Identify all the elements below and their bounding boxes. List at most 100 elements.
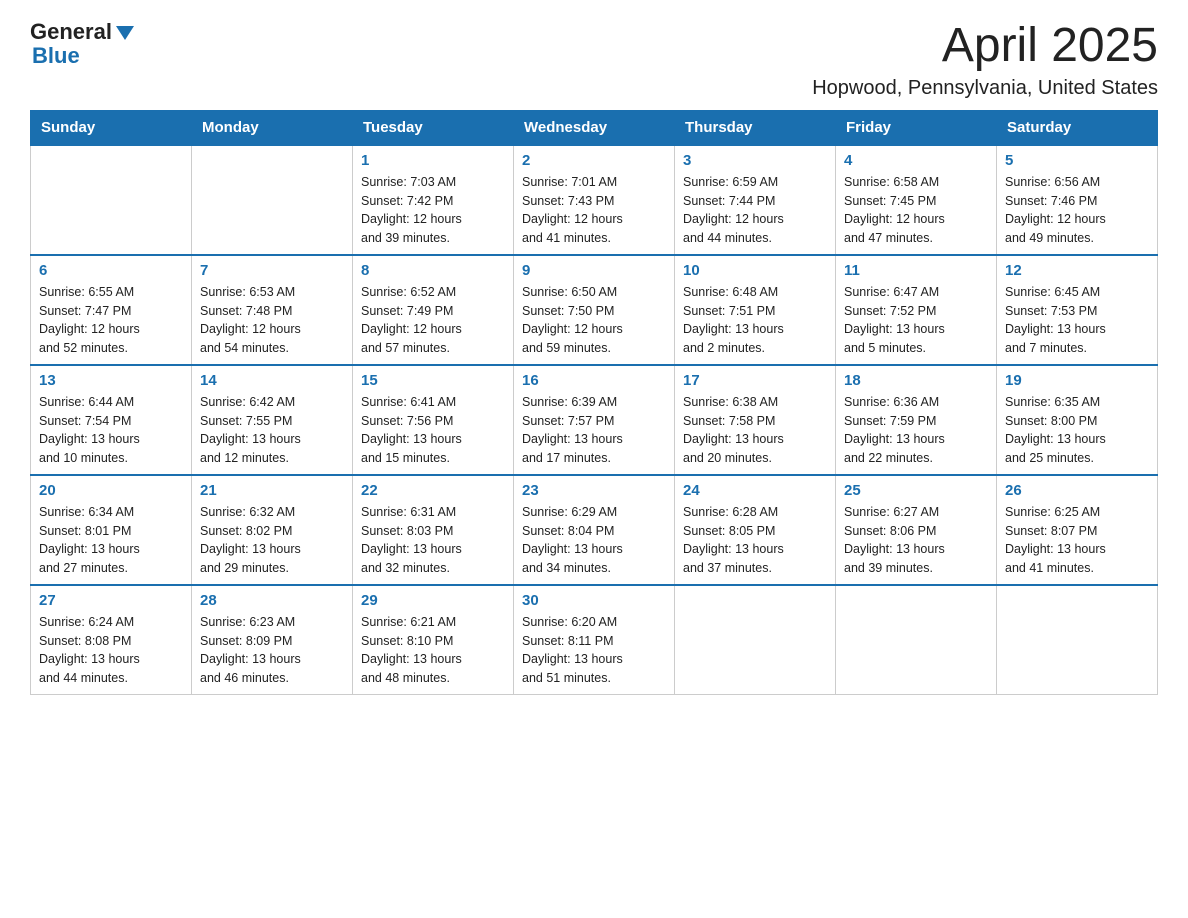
day-info: Sunrise: 6:44 AM Sunset: 7:54 PM Dayligh… xyxy=(39,393,183,468)
day-info: Sunrise: 7:03 AM Sunset: 7:42 PM Dayligh… xyxy=(361,173,505,248)
calendar-cell: 22 Sunrise: 6:31 AM Sunset: 8:03 PM Dayli… xyxy=(353,475,514,585)
weekday-header-saturday: Saturday xyxy=(997,110,1158,145)
calendar-cell xyxy=(31,145,192,255)
calendar-cell: 14 Sunrise: 6:42 AM Sunset: 7:55 PM Dayli… xyxy=(192,365,353,475)
weekday-header-friday: Friday xyxy=(836,110,997,145)
day-info: Sunrise: 6:55 AM Sunset: 7:47 PM Dayligh… xyxy=(39,283,183,358)
calendar-cell: 11Sunrise: 6:47 AM Sunset: 7:52 PM Dayli… xyxy=(836,255,997,365)
calendar-cell: 5 Sunrise: 6:56 AM Sunset: 7:46 PM Daylig… xyxy=(997,145,1158,255)
calendar-cell: 8Sunrise: 6:52 AM Sunset: 7:49 PM Daylig… xyxy=(353,255,514,365)
day-info: Sunrise: 6:50 AM Sunset: 7:50 PM Dayligh… xyxy=(522,283,666,358)
calendar-cell: 7Sunrise: 6:53 AM Sunset: 7:48 PM Daylig… xyxy=(192,255,353,365)
title-block: April 2025 Hopwood, Pennsylvania, United… xyxy=(812,20,1158,100)
calendar-cell xyxy=(675,585,836,695)
day-number: 10 xyxy=(683,262,827,279)
day-number: 11 xyxy=(844,262,988,279)
day-number: 4 xyxy=(844,152,988,169)
calendar-cell: 28Sunrise: 6:23 AM Sunset: 8:09 PM Dayli… xyxy=(192,585,353,695)
day-number: 9 xyxy=(522,262,666,279)
calendar-cell: 1 Sunrise: 7:03 AM Sunset: 7:42 PM Daylig… xyxy=(353,145,514,255)
day-number: 17 xyxy=(683,372,827,389)
day-info: Sunrise: 6:36 AM Sunset: 7:59 PM Dayligh… xyxy=(844,393,988,468)
day-number: 19 xyxy=(1005,372,1149,389)
day-number: 16 xyxy=(522,372,666,389)
day-info: Sunrise: 6:24 AM Sunset: 8:08 PM Dayligh… xyxy=(39,613,183,688)
calendar-cell xyxy=(836,585,997,695)
calendar-cell: 13 Sunrise: 6:44 AM Sunset: 7:54 PM Dayli… xyxy=(31,365,192,475)
calendar-cell: 21 Sunrise: 6:32 AM Sunset: 8:02 PM Dayli… xyxy=(192,475,353,585)
day-info: Sunrise: 6:34 AM Sunset: 8:01 PM Dayligh… xyxy=(39,503,183,578)
calendar-cell xyxy=(997,585,1158,695)
calendar-cell: 4 Sunrise: 6:58 AM Sunset: 7:45 PM Daylig… xyxy=(836,145,997,255)
calendar-cell: 2 Sunrise: 7:01 AM Sunset: 7:43 PM Daylig… xyxy=(514,145,675,255)
day-info: Sunrise: 7:01 AM Sunset: 7:43 PM Dayligh… xyxy=(522,173,666,248)
day-number: 22 xyxy=(361,482,505,499)
day-info: Sunrise: 6:48 AM Sunset: 7:51 PM Dayligh… xyxy=(683,283,827,358)
day-info: Sunrise: 6:27 AM Sunset: 8:06 PM Dayligh… xyxy=(844,503,988,578)
weekday-header-row: SundayMondayTuesdayWednesdayThursdayFrid… xyxy=(31,110,1158,145)
calendar-cell: 23Sunrise: 6:29 AM Sunset: 8:04 PM Dayli… xyxy=(514,475,675,585)
logo-general-text: General xyxy=(30,20,112,44)
day-number: 3 xyxy=(683,152,827,169)
day-info: Sunrise: 6:59 AM Sunset: 7:44 PM Dayligh… xyxy=(683,173,827,248)
day-info: Sunrise: 6:38 AM Sunset: 7:58 PM Dayligh… xyxy=(683,393,827,468)
calendar-cell: 3 Sunrise: 6:59 AM Sunset: 7:44 PM Daylig… xyxy=(675,145,836,255)
page-header: General Blue April 2025 Hopwood, Pennsyl… xyxy=(30,20,1158,100)
day-info: Sunrise: 6:23 AM Sunset: 8:09 PM Dayligh… xyxy=(200,613,344,688)
day-number: 27 xyxy=(39,592,183,609)
day-number: 24 xyxy=(683,482,827,499)
calendar-cell: 15 Sunrise: 6:41 AM Sunset: 7:56 PM Dayli… xyxy=(353,365,514,475)
day-info: Sunrise: 6:56 AM Sunset: 7:46 PM Dayligh… xyxy=(1005,173,1149,248)
calendar-cell: 17 Sunrise: 6:38 AM Sunset: 7:58 PM Dayli… xyxy=(675,365,836,475)
calendar-cell: 25 Sunrise: 6:27 AM Sunset: 8:06 PM Dayli… xyxy=(836,475,997,585)
day-number: 2 xyxy=(522,152,666,169)
calendar-cell: 30 Sunrise: 6:20 AM Sunset: 8:11 PM Dayli… xyxy=(514,585,675,695)
day-info: Sunrise: 6:25 AM Sunset: 8:07 PM Dayligh… xyxy=(1005,503,1149,578)
day-number: 6 xyxy=(39,262,183,279)
logo-triangle-icon xyxy=(114,22,136,44)
week-row-1: 1 Sunrise: 7:03 AM Sunset: 7:42 PM Daylig… xyxy=(31,145,1158,255)
logo: General Blue xyxy=(30,20,136,68)
day-number: 30 xyxy=(522,592,666,609)
weekday-header-wednesday: Wednesday xyxy=(514,110,675,145)
day-number: 25 xyxy=(844,482,988,499)
day-number: 18 xyxy=(844,372,988,389)
day-info: Sunrise: 6:29 AM Sunset: 8:04 PM Dayligh… xyxy=(522,503,666,578)
day-number: 26 xyxy=(1005,482,1149,499)
day-number: 21 xyxy=(200,482,344,499)
calendar-cell: 6 Sunrise: 6:55 AM Sunset: 7:47 PM Daylig… xyxy=(31,255,192,365)
day-info: Sunrise: 6:32 AM Sunset: 8:02 PM Dayligh… xyxy=(200,503,344,578)
calendar-cell: 19Sunrise: 6:35 AM Sunset: 8:00 PM Dayli… xyxy=(997,365,1158,475)
calendar-cell: 29 Sunrise: 6:21 AM Sunset: 8:10 PM Dayli… xyxy=(353,585,514,695)
calendar-table: SundayMondayTuesdayWednesdayThursdayFrid… xyxy=(30,110,1158,695)
calendar-cell: 10 Sunrise: 6:48 AM Sunset: 7:51 PM Dayli… xyxy=(675,255,836,365)
day-info: Sunrise: 6:31 AM Sunset: 8:03 PM Dayligh… xyxy=(361,503,505,578)
day-number: 13 xyxy=(39,372,183,389)
weekday-header-tuesday: Tuesday xyxy=(353,110,514,145)
day-number: 29 xyxy=(361,592,505,609)
day-info: Sunrise: 6:42 AM Sunset: 7:55 PM Dayligh… xyxy=(200,393,344,468)
weekday-header-thursday: Thursday xyxy=(675,110,836,145)
calendar-cell: 20Sunrise: 6:34 AM Sunset: 8:01 PM Dayli… xyxy=(31,475,192,585)
day-info: Sunrise: 6:20 AM Sunset: 8:11 PM Dayligh… xyxy=(522,613,666,688)
day-info: Sunrise: 6:39 AM Sunset: 7:57 PM Dayligh… xyxy=(522,393,666,468)
logo-blue-text: Blue xyxy=(32,44,136,68)
month-year-title: April 2025 xyxy=(812,20,1158,73)
day-number: 15 xyxy=(361,372,505,389)
day-info: Sunrise: 6:52 AM Sunset: 7:49 PM Dayligh… xyxy=(361,283,505,358)
day-number: 1 xyxy=(361,152,505,169)
day-info: Sunrise: 6:41 AM Sunset: 7:56 PM Dayligh… xyxy=(361,393,505,468)
calendar-cell: 26 Sunrise: 6:25 AM Sunset: 8:07 PM Dayli… xyxy=(997,475,1158,585)
calendar-cell: 12Sunrise: 6:45 AM Sunset: 7:53 PM Dayli… xyxy=(997,255,1158,365)
weekday-header-monday: Monday xyxy=(192,110,353,145)
day-number: 5 xyxy=(1005,152,1149,169)
calendar-cell: 9 Sunrise: 6:50 AM Sunset: 7:50 PM Daylig… xyxy=(514,255,675,365)
location-subtitle: Hopwood, Pennsylvania, United States xyxy=(812,77,1158,100)
weekday-header-sunday: Sunday xyxy=(31,110,192,145)
day-number: 14 xyxy=(200,372,344,389)
week-row-4: 20Sunrise: 6:34 AM Sunset: 8:01 PM Dayli… xyxy=(31,475,1158,585)
week-row-5: 27 Sunrise: 6:24 AM Sunset: 8:08 PM Dayli… xyxy=(31,585,1158,695)
calendar-cell: 16 Sunrise: 6:39 AM Sunset: 7:57 PM Dayli… xyxy=(514,365,675,475)
day-info: Sunrise: 6:58 AM Sunset: 7:45 PM Dayligh… xyxy=(844,173,988,248)
day-info: Sunrise: 6:21 AM Sunset: 8:10 PM Dayligh… xyxy=(361,613,505,688)
